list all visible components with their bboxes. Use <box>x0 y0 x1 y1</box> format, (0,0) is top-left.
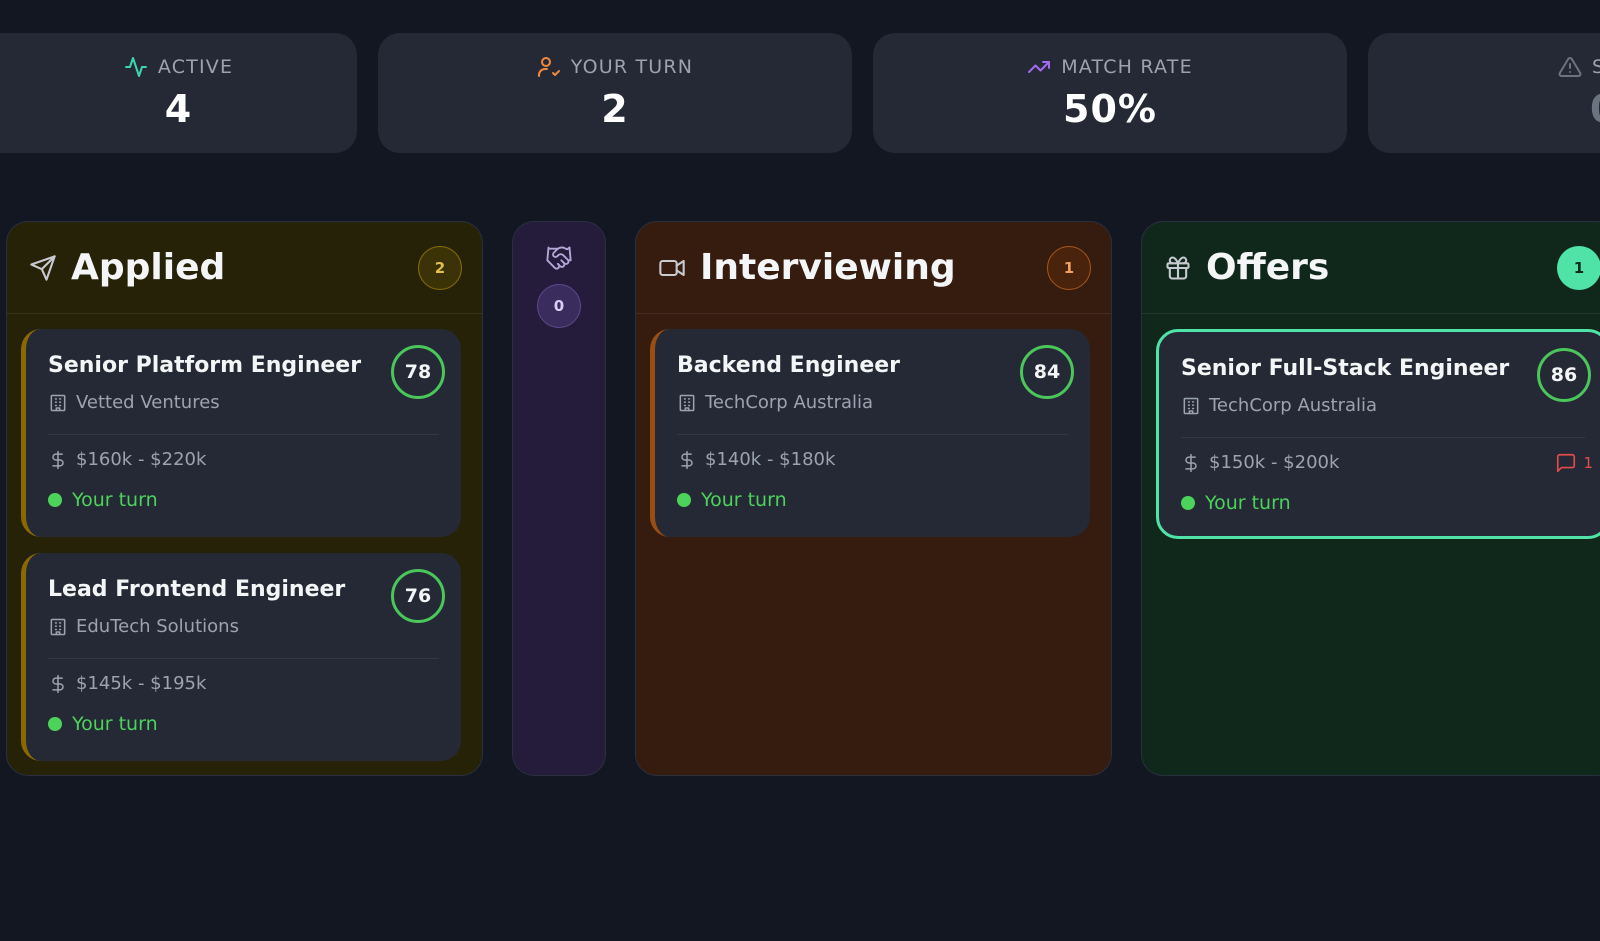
building-icon <box>50 394 66 411</box>
column-title: Interviewing <box>700 247 956 288</box>
column-header: Applied 2 <box>7 222 482 314</box>
column-title: Applied <box>71 247 226 288</box>
salary-range: $140k - $180k <box>705 449 836 470</box>
company-name: EduTech Solutions <box>76 616 239 637</box>
comments-indicator[interactable]: 1 <box>1555 452 1593 474</box>
job-card[interactable]: Backend Engineer TechCorp Australia $140… <box>650 329 1090 537</box>
alert-triangle-icon <box>1558 56 1582 77</box>
video-icon <box>659 259 685 276</box>
column-negotiating-collapsed[interactable]: 0 <box>512 221 606 776</box>
count-badge: 1 <box>1557 245 1600 290</box>
message-square-icon <box>1557 453 1576 473</box>
company-name: TechCorp Australia <box>1209 395 1378 416</box>
dollar-icon <box>52 674 64 693</box>
job-title: Backend Engineer <box>677 353 901 378</box>
activity-icon <box>124 57 147 77</box>
stat-card-partial: S 0 <box>1368 33 1600 153</box>
status-dot <box>677 493 691 507</box>
stat-value: 2 <box>601 87 629 131</box>
count-badge: 0 <box>537 284 581 328</box>
stat-value: 50% <box>1063 87 1157 131</box>
count-badge: 2 <box>418 245 462 290</box>
column-interviewing: Interviewing 1 Backend Engineer TechCorp… <box>635 221 1112 776</box>
stat-label: YOUR TURN <box>570 56 694 78</box>
send-icon <box>30 254 56 281</box>
status-text: Your turn <box>72 713 158 735</box>
divider <box>677 434 1068 435</box>
handshake-icon <box>546 246 572 270</box>
column-header: Offers 1 <box>1142 222 1600 314</box>
status-dot <box>1181 496 1195 510</box>
building-icon <box>1183 397 1199 414</box>
job-title: Lead Frontend Engineer <box>48 577 346 602</box>
stat-label: ACTIVE <box>157 56 234 78</box>
salary-range: $150k - $200k <box>1209 452 1340 473</box>
job-card[interactable]: Lead Frontend Engineer EduTech Solutions… <box>21 553 461 761</box>
column-title: Offers <box>1206 247 1330 288</box>
status-text: Your turn <box>701 489 787 511</box>
dollar-icon <box>52 450 64 469</box>
stat-value: 0 <box>1590 87 1600 131</box>
gift-icon <box>1166 255 1190 280</box>
stat-label: MATCH RATE <box>1061 56 1193 78</box>
pipeline-dashboard: ACTIVE 4 YOUR TURN 2 MATCH RATE 50% S 0 … <box>0 0 1600 941</box>
stat-value: 4 <box>164 87 193 131</box>
job-title: Senior Platform Engineer <box>48 353 362 378</box>
job-card[interactable]: Senior Platform Engineer Vetted Ventures… <box>21 329 461 537</box>
building-icon <box>679 394 695 411</box>
count-badge: 1 <box>1047 245 1091 290</box>
match-score-badge: 78 <box>391 345 445 399</box>
building-icon <box>50 618 66 635</box>
status-text: Your turn <box>1205 492 1291 514</box>
stat-card-your-turn: YOUR TURN 2 <box>378 33 852 153</box>
company-name: Vetted Ventures <box>76 392 220 413</box>
match-score-badge: 86 <box>1537 348 1591 402</box>
salary-range: $145k - $195k <box>76 673 207 694</box>
status-dot <box>48 717 62 731</box>
match-score-badge: 84 <box>1020 345 1074 399</box>
trending-up-icon <box>1028 61 1051 73</box>
dollar-icon <box>1185 453 1197 472</box>
stat-card-match-rate: MATCH RATE 50% <box>873 33 1347 153</box>
divider <box>48 434 439 435</box>
user-check-icon <box>537 57 560 77</box>
dollar-icon <box>681 450 693 469</box>
job-title: Senior Full-Stack Engineer <box>1181 356 1510 381</box>
stat-card-active: ACTIVE 4 <box>0 33 357 153</box>
comment-count: 1 <box>1583 454 1593 472</box>
column-applied: Applied 2 Senior Platform Engineer Vette… <box>6 221 483 776</box>
column-header: Interviewing 1 <box>636 222 1111 314</box>
salary-range: $160k - $220k <box>76 449 207 470</box>
company-name: TechCorp Australia <box>705 392 874 413</box>
status-dot <box>48 493 62 507</box>
stat-label: S <box>1592 56 1600 78</box>
divider <box>1181 437 1585 438</box>
job-card-highlighted[interactable]: Senior Full-Stack Engineer TechCorp Aust… <box>1156 329 1600 539</box>
column-offers: Offers 1 Senior Full-Stack Engineer Tech… <box>1141 221 1600 776</box>
status-text: Your turn <box>72 489 158 511</box>
divider <box>48 658 439 659</box>
match-score-badge: 76 <box>391 569 445 623</box>
